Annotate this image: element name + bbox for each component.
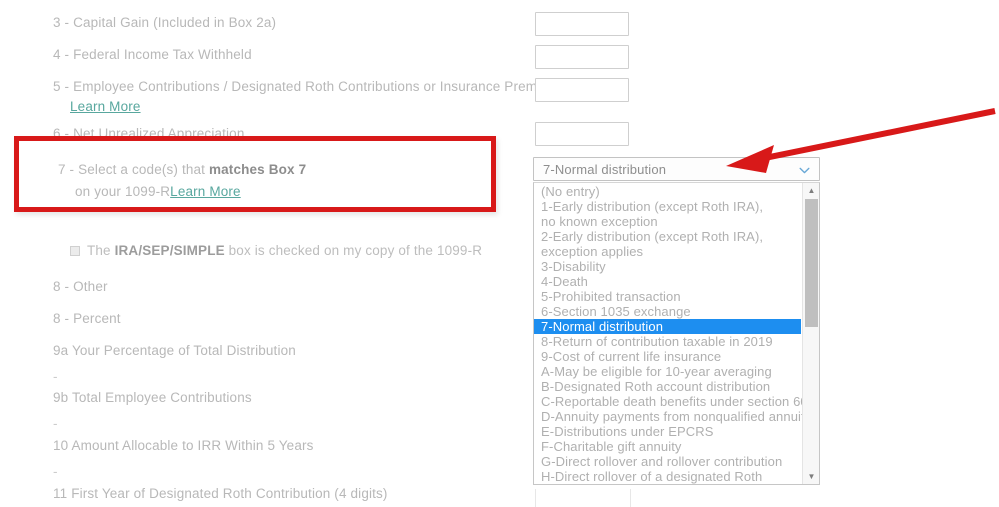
red-highlight-rectangle: 7 - Select a code(s) that matches Box 7 … [14,136,496,212]
option-item[interactable]: C-Reportable death benefits under sectio… [534,394,819,409]
scrollbar-thumb[interactable] [805,199,818,327]
option-item[interactable]: 6-Section 1035 exchange [534,304,801,319]
form-label-box8-percent: 8 - Percent [53,311,121,326]
option-item[interactable]: D-Annuity payments from nonqualified ann… [534,409,819,424]
scroll-up-arrow-icon[interactable]: ▲ [803,183,819,198]
learn-more-link-box5[interactable]: Learn More [70,99,141,114]
option-item[interactable]: 3-Disability [534,259,801,274]
option-item[interactable]: H-Direct rollover of a designated Roth [534,469,801,484]
box7-line2-prefix: on your 1099-R [75,184,171,199]
table-grid-line-right [630,489,631,507]
option-item[interactable]: 9-Cost of current life insurance [534,349,801,364]
scroll-down-arrow-icon[interactable]: ▼ [803,469,819,484]
form-label-box9a: 9a Your Percentage of Total Distribution [53,343,296,358]
form-label-box3: 3 - Capital Gain (Included in Box 2a) [53,15,277,30]
option-item[interactable]: F-Charitable gift annuity [534,439,801,454]
option-item[interactable]: (No entry) [534,184,801,199]
ira-checkbox-prefix: The [87,243,115,258]
form-value-box9b: - [53,416,58,431]
option-items-container: (No entry) 1-Early distribution (except R… [534,184,819,484]
box7-code-select-value: 7-Normal distribution [543,162,667,177]
text-input-box6[interactable] [535,122,629,146]
option-item[interactable]: exception applies [534,244,801,259]
form-page: 3 - Capital Gain (Included in Box 2a) 4 -… [0,0,999,507]
text-input-box4[interactable] [535,45,629,69]
form-value-box9a: - [53,369,58,384]
ira-checkbox-suffix: box is checked on my copy of the 1099-R [224,243,483,258]
box7-code-option-list[interactable]: (No entry) 1-Early distribution (except R… [533,182,820,485]
option-item[interactable]: 8-Return of contribution taxable in 2019 [534,334,801,349]
text-input-box5[interactable] [535,78,629,102]
form-label-box8-other: 8 - Other [53,279,108,294]
box7-code-select[interactable]: 7-Normal distribution [533,157,820,181]
text-input-box3[interactable] [535,12,629,36]
learn-more-link-box7[interactable]: Learn More [170,184,241,199]
option-item[interactable]: 2-Early distribution (except Roth IRA), [534,229,801,244]
form-label-box11: 11 First Year of Designated Roth Contrib… [53,486,388,501]
table-grid-line-left [535,489,536,507]
form-label-box10: 10 Amount Allocable to IRR Within 5 Year… [53,438,314,453]
form-label-box5: 5 - Employee Contributions / Designated … [53,79,567,94]
option-item[interactable]: 5-Prohibited transaction [534,289,801,304]
option-item[interactable]: E-Distributions under EPCRS [534,424,801,439]
form-value-box10: - [53,464,58,479]
option-item[interactable]: A-May be eligible for 10-year averaging [534,364,801,379]
option-item-selected[interactable]: 7-Normal distribution [534,319,801,334]
ira-sep-simple-row[interactable]: The IRA/SEP/SIMPLE box is checked on my … [70,243,482,258]
ira-sep-simple-checkbox[interactable] [70,246,80,256]
box7-line1-prefix: 7 - Select a code(s) that [58,162,209,177]
box7-instruction-text: 7 - Select a code(s) that matches Box 7 … [58,159,306,203]
option-item[interactable]: G-Direct rollover and rollover contribut… [534,454,801,469]
ira-checkbox-strong: IRA/SEP/SIMPLE [114,243,225,258]
option-item[interactable]: 1-Early distribution (except Roth IRA), [534,199,801,214]
option-item[interactable]: 4-Death [534,274,801,289]
form-label-box9b: 9b Total Employee Contributions [53,390,252,405]
chevron-down-icon[interactable] [798,164,811,177]
option-item[interactable]: B-Designated Roth account distribution [534,379,801,394]
option-list-scrollbar[interactable]: ▲ ▼ [802,183,819,484]
box7-line1-strong: matches Box 7 [208,162,307,177]
option-item[interactable]: no known exception [534,214,801,229]
form-label-box4: 4 - Federal Income Tax Withheld [53,47,252,62]
